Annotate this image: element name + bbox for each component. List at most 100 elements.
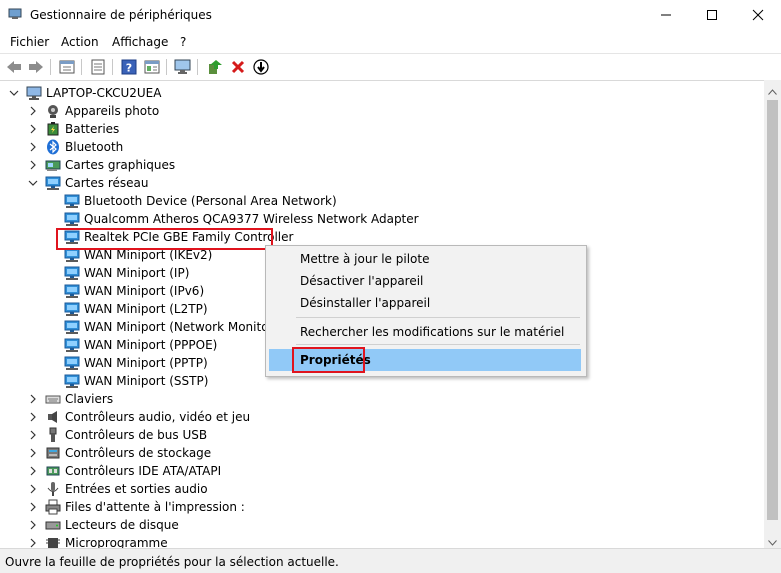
network-adapter-icon: [64, 193, 80, 209]
chevron-right-icon[interactable]: [27, 517, 39, 533]
chevron-right-icon[interactable]: [27, 103, 39, 119]
status-text: Ouvre la feuille de propriétés pour la s…: [5, 555, 339, 569]
vertical-scrollbar[interactable]: [764, 80, 781, 548]
network-adapter-icon: [45, 175, 61, 191]
tree-category-item[interactable]: Cartes graphiques: [0, 156, 764, 174]
scroll-down-arrow-icon[interactable]: [768, 535, 777, 549]
chevron-down-icon[interactable]: [8, 85, 20, 101]
tree-item-label: Claviers: [65, 392, 114, 406]
tree-item-label: Appareils photo: [65, 104, 160, 118]
toolbar-separator: [112, 59, 113, 75]
list-view-icon[interactable]: [89, 58, 107, 76]
context-separator: [296, 317, 580, 318]
network-adapter-icon: [64, 283, 80, 299]
context-item-scan-hardware[interactable]: Rechercher les modifications sur le maté…: [300, 325, 564, 339]
update-driver-icon[interactable]: [206, 58, 224, 76]
tree-root-computer[interactable]: LAPTOP-CKCU2UEA: [0, 84, 764, 102]
disk-drive-icon: [45, 517, 61, 533]
chevron-right-icon[interactable]: [27, 409, 39, 425]
chevron-right-icon[interactable]: [27, 463, 39, 479]
context-item-disable-device[interactable]: Désactiver l'appareil: [300, 274, 423, 288]
chevron-right-icon[interactable]: [27, 157, 39, 173]
tree-category-item[interactable]: Bluetooth: [0, 138, 764, 156]
toolbar: ?: [0, 53, 781, 81]
tree-item-label: WAN Miniport (IPv6): [84, 284, 205, 298]
bluetooth-icon: [45, 139, 61, 155]
usb-icon: [45, 427, 61, 443]
tree-item-label: Contrôleurs IDE ATA/ATAPI: [65, 464, 222, 478]
chevron-right-icon[interactable]: [27, 139, 39, 155]
chevron-right-icon[interactable]: [27, 535, 39, 548]
ide-controller-icon: [45, 463, 61, 479]
keyboard-icon: [45, 391, 61, 407]
tree-category-item[interactable]: Microprogramme: [0, 534, 764, 548]
menu-help[interactable]: ?: [180, 35, 186, 49]
disable-device-down-arrow-icon[interactable]: [252, 58, 270, 76]
context-menu: Mettre à jour le pilote Désactiver l'app…: [265, 245, 587, 377]
maximize-button[interactable]: [689, 0, 735, 30]
help-icon[interactable]: ?: [120, 58, 138, 76]
chevron-right-icon[interactable]: [27, 499, 39, 515]
svg-text:?: ?: [126, 62, 132, 75]
tree-item-label: WAN Miniport (Network Monitor): [84, 320, 279, 334]
menu-fichier[interactable]: Fichier: [10, 35, 49, 49]
tree-category-item[interactable]: Claviers: [0, 390, 764, 408]
tree-item-label: Files d'attente à l'impression :: [65, 500, 245, 514]
tree-device-item[interactable]: Qualcomm Atheros QCA9377 Wireless Networ…: [0, 210, 764, 228]
tree-category-item[interactable]: Contrôleurs audio, vidéo et jeu: [0, 408, 764, 426]
tree-item-label: WAN Miniport (IP): [84, 266, 190, 280]
storage-controller-icon: [45, 445, 61, 461]
menu-action[interactable]: Action: [61, 35, 99, 49]
tree-item-label: Contrôleurs de bus USB: [65, 428, 208, 442]
tree-item-label: WAN Miniport (L2TP): [84, 302, 208, 316]
tree-item-label: WAN Miniport (SSTP): [84, 374, 209, 388]
title-bar: Gestionnaire de périphériques: [0, 0, 781, 30]
network-adapter-icon: [64, 319, 80, 335]
network-adapter-icon: [64, 301, 80, 317]
uninstall-x-icon[interactable]: [229, 58, 247, 76]
context-item-update-driver[interactable]: Mettre à jour le pilote: [300, 252, 429, 266]
menu-affichage[interactable]: Affichage: [112, 35, 168, 49]
chevron-right-icon[interactable]: [27, 391, 39, 407]
tree-category-item[interactable]: Contrôleurs de bus USB: [0, 426, 764, 444]
battery-icon: [45, 121, 61, 137]
tree-category-item[interactable]: Lecteurs de disque: [0, 516, 764, 534]
close-button[interactable]: [735, 0, 781, 30]
tree-item-label: WAN Miniport (PPTP): [84, 356, 208, 370]
chevron-right-icon[interactable]: [27, 445, 39, 461]
tree-category-item[interactable]: Contrôleurs IDE ATA/ATAPI: [0, 462, 764, 480]
chevron-right-icon[interactable]: [27, 427, 39, 443]
tree-category-item[interactable]: Batteries: [0, 120, 764, 138]
tree-item-label: Contrôleurs de stockage: [65, 446, 212, 460]
minimize-button[interactable]: [643, 0, 689, 30]
tree-item-label: WAN Miniport (PPPOE): [84, 338, 218, 352]
tree-category-item[interactable]: Entrées et sorties audio: [0, 480, 764, 498]
device-manager-icon: [8, 8, 22, 20]
tree-item-label: Microprogramme: [65, 536, 168, 548]
tree-item-label: Qualcomm Atheros QCA9377 Wireless Networ…: [84, 212, 419, 226]
status-bar: Ouvre la feuille de propriétés pour la s…: [0, 548, 781, 573]
scan-hardware-monitor-icon[interactable]: [174, 58, 192, 76]
back-arrow-icon[interactable]: [5, 58, 23, 76]
printer-icon: [45, 499, 61, 515]
tree-category-item[interactable]: Appareils photo: [0, 102, 764, 120]
tree-category-item[interactable]: Contrôleurs de stockage: [0, 444, 764, 462]
tree-item-label: Bluetooth: [65, 140, 124, 154]
chevron-right-icon[interactable]: [27, 481, 39, 497]
tree-category-item[interactable]: Files d'attente à l'impression :: [0, 498, 764, 516]
context-item-uninstall-device[interactable]: Désinstaller l'appareil: [300, 296, 430, 310]
forward-arrow-icon[interactable]: [27, 58, 45, 76]
chevron-right-icon[interactable]: [27, 121, 39, 137]
network-adapter-icon: [64, 373, 80, 389]
tree-root-label: LAPTOP-CKCU2UEA: [46, 86, 162, 100]
network-adapter-icon: [64, 337, 80, 353]
tree-item-label: Contrôleurs audio, vidéo et jeu: [65, 410, 251, 424]
properties-window-icon[interactable]: [58, 58, 76, 76]
tree-category-item[interactable]: Cartes réseau: [0, 174, 764, 192]
chevron-down-icon[interactable]: [27, 175, 39, 191]
details-pane-icon[interactable]: [143, 58, 161, 76]
display-adapter-icon: [45, 157, 61, 173]
tree-device-item[interactable]: Bluetooth Device (Personal Area Network): [0, 192, 764, 210]
scroll-thumb[interactable]: [767, 100, 778, 520]
scroll-up-arrow-icon[interactable]: [768, 84, 777, 98]
